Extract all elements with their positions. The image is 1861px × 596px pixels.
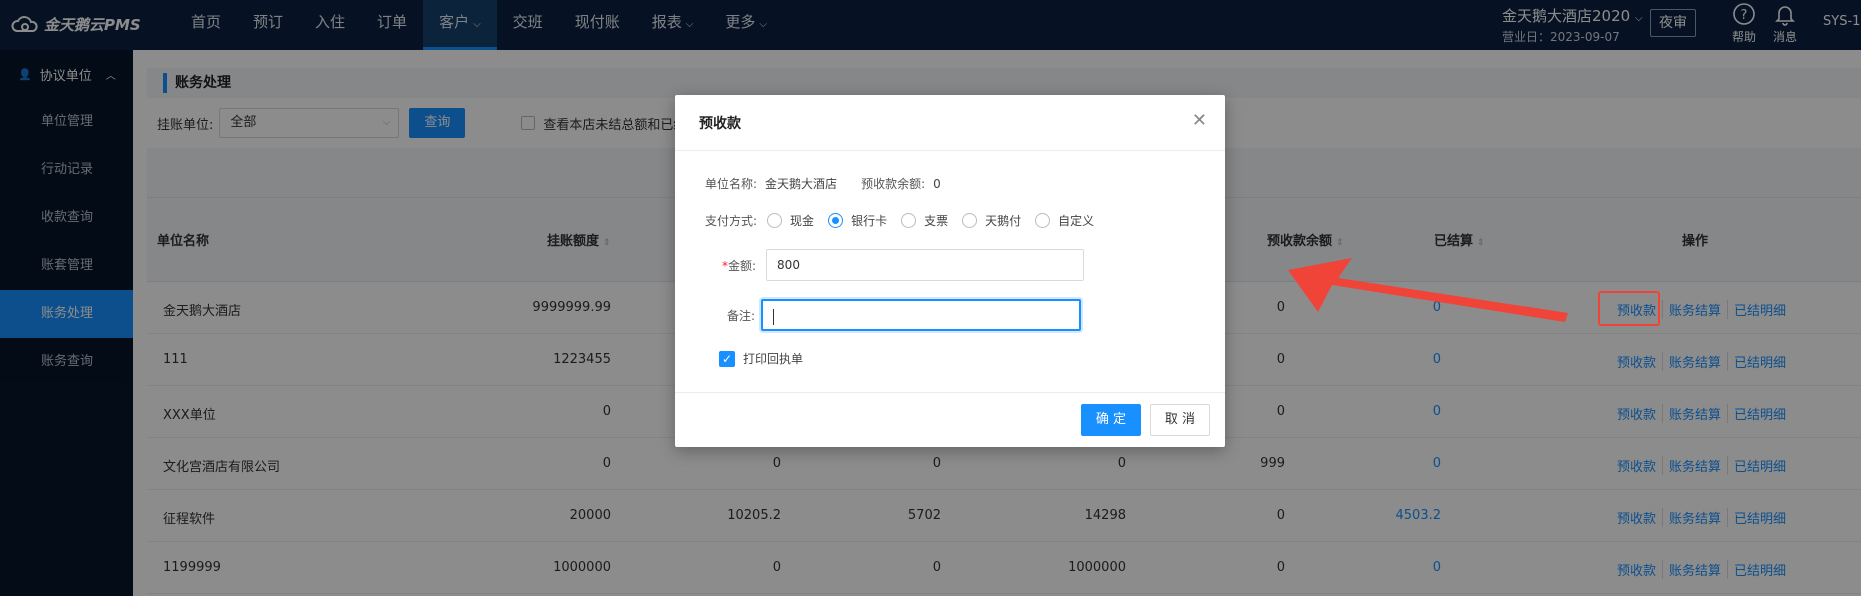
prepayment-dialog: 预收款 ✕ 单位名称: 金天鹅大酒店 预收款余额: 0 支付方式: 现金 银行卡…	[675, 95, 1225, 447]
radio-label: 银行卡	[851, 214, 888, 228]
unit-name-value: 金天鹅大酒店	[765, 177, 838, 191]
annotation-highlight-box	[1598, 291, 1660, 326]
check-icon: ✓	[719, 350, 735, 367]
radio-bank-card[interactable]	[828, 213, 844, 228]
dialog-title: 预收款	[699, 116, 741, 132]
unit-info-row: 单位名称: 金天鹅大酒店 预收款余额: 0	[705, 175, 941, 192]
radio-swan-pay[interactable]	[962, 213, 978, 228]
confirm-button[interactable]: 确 定	[1081, 404, 1141, 436]
cancel-button[interactable]: 取 消	[1150, 404, 1210, 436]
unit-name-label: 单位名称:	[705, 177, 758, 191]
dialog-header: 预收款 ✕	[675, 95, 1225, 151]
amount-input[interactable]: 800	[766, 249, 1085, 281]
remark-row: 备注:	[727, 299, 1082, 331]
radio-label: 支票	[924, 214, 949, 228]
balance-label: 预收款余额:	[861, 177, 926, 191]
amount-row: *金额: 800	[722, 249, 1085, 281]
dialog-footer: 确 定 取 消	[675, 392, 1225, 447]
close-icon[interactable]: ✕	[1192, 111, 1207, 131]
amount-label: *金额:	[722, 258, 757, 273]
radio-cash[interactable]	[767, 213, 783, 228]
print-receipt-label: 打印回执单	[743, 352, 804, 366]
amount-value: 800	[777, 258, 800, 272]
remark-input[interactable]	[761, 299, 1082, 331]
radio-check[interactable]	[901, 213, 917, 228]
radio-label: 自定义	[1058, 214, 1095, 228]
payment-method-label: 支付方式:	[705, 214, 758, 228]
text-cursor	[773, 308, 775, 325]
radio-custom[interactable]	[1035, 213, 1051, 228]
balance-value: 0	[933, 176, 941, 191]
amount-label-text: 金额:	[728, 258, 757, 273]
radio-label: 天鹅付	[985, 214, 1022, 228]
payment-method-row: 支付方式: 现金 银行卡 支票 天鹅付 自定义	[705, 212, 1094, 229]
remark-label: 备注:	[727, 308, 756, 323]
radio-label: 现金	[790, 214, 815, 228]
print-receipt-checkbox[interactable]: ✓ 打印回执单	[719, 350, 803, 367]
